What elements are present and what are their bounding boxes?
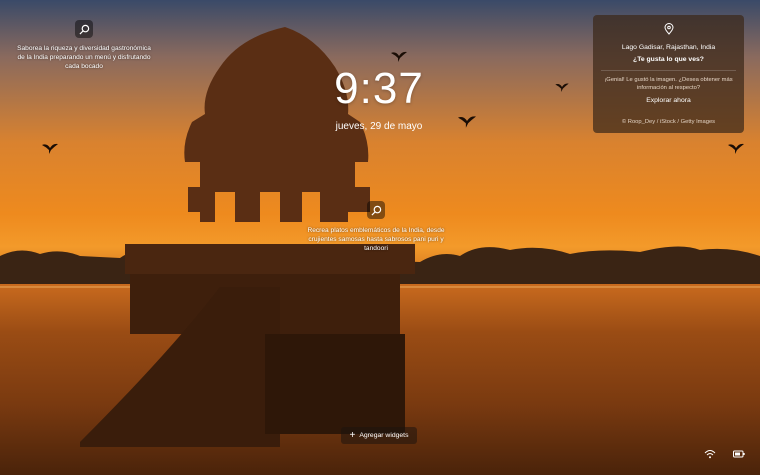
feedback-description: ¡Genial! Le gustó la imagen. ¿Desea obte…	[604, 77, 733, 91]
location-pin-icon	[664, 23, 674, 35]
hotspot-food-1[interactable]	[75, 20, 93, 38]
add-widgets-button[interactable]: + Agregar widgets	[341, 427, 417, 444]
location-title: Lago Gadisar, Rajasthan, India	[621, 44, 716, 51]
bird-silhouette	[458, 116, 476, 128]
spotlight-info-card: Lago Gadisar, Rajasthan, India ¿Te gusta…	[593, 15, 744, 133]
bird-silhouette	[555, 83, 569, 92]
lockscreen-time: 9:37	[334, 64, 424, 113]
search-icon	[78, 24, 89, 35]
hotspot-tip-1: Saborea la riqueza y diversidad gastronó…	[17, 45, 151, 70]
explore-now-link[interactable]: Explorar ahora	[593, 97, 744, 104]
hotspot-tip-2: Recrea platos emblemáticos de la India, …	[307, 227, 445, 252]
bird-silhouette	[391, 51, 407, 62]
search-icon	[370, 205, 381, 216]
add-widgets-label: Agregar widgets	[359, 432, 409, 439]
battery-icon[interactable]	[733, 449, 745, 459]
divider	[601, 70, 736, 71]
hotspot-food-2[interactable]	[367, 201, 385, 219]
plus-icon: +	[349, 429, 356, 441]
image-credit: © Roop_Dey / iStock / Getty Images	[621, 119, 716, 125]
lockscreen-date: jueves, 29 de mayo	[335, 121, 423, 132]
bird-silhouette	[728, 143, 744, 154]
bird-silhouette	[42, 143, 58, 154]
like-question[interactable]: ¿Te gusta lo que ves?	[593, 56, 744, 63]
wifi-icon[interactable]	[704, 449, 716, 459]
